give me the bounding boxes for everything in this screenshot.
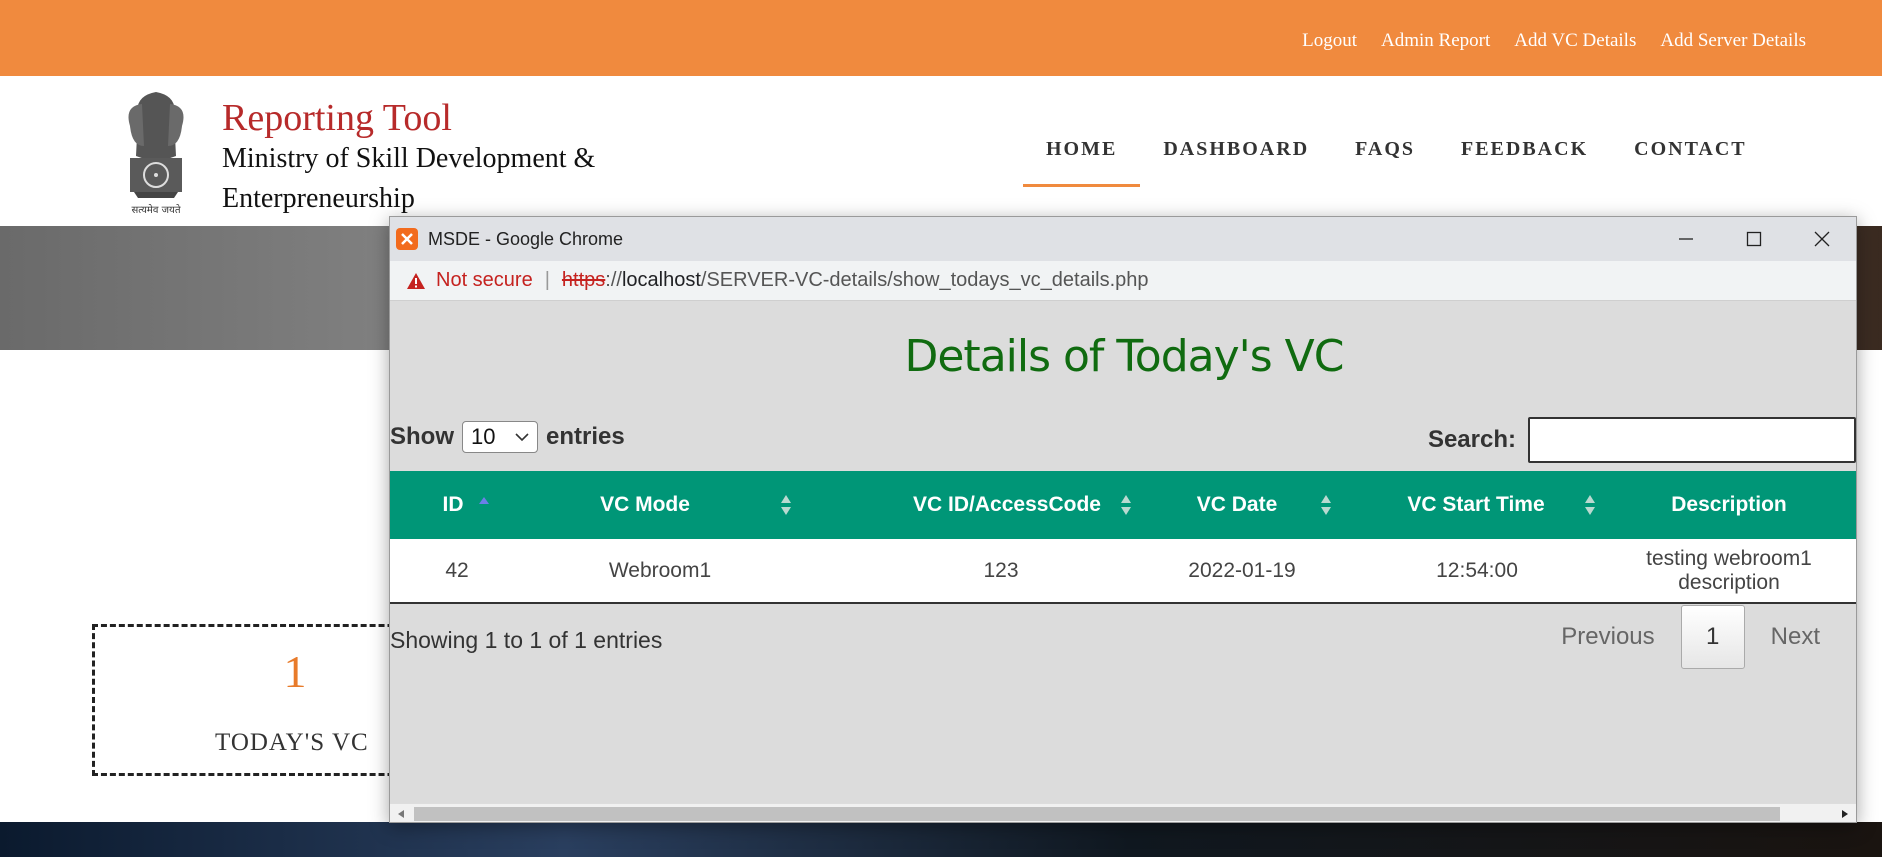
column-header-id[interactable]: ID xyxy=(390,471,560,539)
sort-icon xyxy=(1585,495,1595,515)
horizontal-scrollbar[interactable] xyxy=(390,803,1856,822)
column-label: VC ID/AccessCode xyxy=(913,493,1101,516)
column-label: VC Mode xyxy=(600,493,690,516)
column-label: VC Start Time xyxy=(1407,493,1545,516)
bottom-banner xyxy=(0,822,1882,857)
url-path: /SERVER-VC-details/show_todays_vc_detail… xyxy=(700,269,1149,291)
warning-icon xyxy=(407,272,425,289)
sort-icon xyxy=(781,495,791,515)
scroll-left-icon[interactable] xyxy=(396,809,406,819)
search-input[interactable] xyxy=(1528,417,1856,463)
scrollbar-thumb[interactable] xyxy=(414,807,1780,821)
nav-feedback[interactable]: FEEDBACK xyxy=(1461,138,1588,161)
window-title: MSDE - Google Chrome xyxy=(428,228,624,249)
not-secure-label[interactable]: Not secure xyxy=(436,269,533,292)
close-button[interactable] xyxy=(1788,217,1856,261)
cell-vc-mode: Webroom1 xyxy=(560,539,880,604)
pagination: Previous 1 Next xyxy=(1535,605,1846,669)
address-separator: | xyxy=(544,269,550,291)
top-bar: Logout Admin Report Add VC Details Add S… xyxy=(0,0,1882,76)
entries-length-control: Show 10 entries xyxy=(390,421,625,453)
emblem-caption: सत्यमेव जयते xyxy=(131,204,180,216)
table-info: Showing 1 to 1 of 1 entries xyxy=(390,627,663,653)
table-row[interactable]: 42 Webroom1 123 2022-01-19 12:54:00 test… xyxy=(390,539,1856,604)
previous-page-button[interactable]: Previous xyxy=(1535,623,1680,651)
entries-select-value: 10 xyxy=(471,424,496,449)
search-control: Search: xyxy=(1428,417,1856,463)
vc-details-table: ID VC Mode VC ID/AccessCode VC Date VC S… xyxy=(390,471,1856,604)
national-emblem-logo: सत्यमेव जयते xyxy=(128,92,184,216)
cell-vc-id: 123 xyxy=(880,539,1142,604)
column-header-description[interactable]: Description xyxy=(1600,471,1856,539)
subtitle-line-2: Enterpreneurship xyxy=(222,183,415,214)
top-links: Logout Admin Report Add VC Details Add S… xyxy=(1302,30,1806,52)
browser-popup-window: MSDE - Google Chrome Not secure | https:… xyxy=(389,216,1857,823)
column-header-vc-id[interactable]: VC ID/AccessCode xyxy=(880,471,1142,539)
site-subtitle: Ministry of Skill Development & Enterpre… xyxy=(222,139,682,219)
nav-dashboard[interactable]: DASHBOARD xyxy=(1163,138,1309,161)
vc-card-label: TODAY'S VC xyxy=(215,729,369,756)
admin-report-link[interactable]: Admin Report xyxy=(1381,30,1490,52)
column-label: VC Date xyxy=(1196,493,1278,516)
column-label: ID xyxy=(442,493,464,516)
sort-icon xyxy=(1321,495,1331,515)
add-vc-details-link[interactable]: Add VC Details xyxy=(1514,30,1636,52)
next-page-button[interactable]: Next xyxy=(1745,623,1846,651)
nav-home[interactable]: HOME xyxy=(1023,138,1141,187)
close-icon xyxy=(1814,231,1830,247)
column-header-vc-mode[interactable]: VC Mode xyxy=(560,471,880,539)
minimize-button[interactable] xyxy=(1652,217,1720,261)
nav-contact[interactable]: CONTACT xyxy=(1634,138,1747,161)
scroll-right-icon[interactable] xyxy=(1840,809,1850,819)
url-host: localhost xyxy=(621,269,701,291)
cell-description: testing webroom1 description xyxy=(1600,539,1856,604)
url-text[interactable]: https://localhost/SERVER-VC-details/show… xyxy=(562,269,1149,292)
logout-link[interactable]: Logout xyxy=(1302,30,1357,52)
page-title: Details of Today's VC xyxy=(904,331,1344,382)
show-label: Show xyxy=(390,423,454,450)
cell-vc-date: 2022-01-19 xyxy=(1142,539,1342,604)
main-nav: HOME DASHBOARD FAQS FEEDBACK CONTACT xyxy=(1023,138,1793,187)
entries-select[interactable]: 10 xyxy=(462,421,538,453)
xampp-app-icon xyxy=(396,228,418,250)
page-content: Details of Today's VC Show 10 entries Se… xyxy=(390,301,1856,803)
column-header-vc-start-time[interactable]: VC Start Time xyxy=(1342,471,1600,539)
table-header-row: ID VC Mode VC ID/AccessCode VC Date VC S… xyxy=(390,471,1856,539)
search-label: Search: xyxy=(1427,426,1516,453)
column-header-vc-date[interactable]: VC Date xyxy=(1142,471,1342,539)
maximize-icon xyxy=(1746,231,1762,247)
subtitle-line-1: Ministry of Skill Development & xyxy=(222,143,596,174)
column-label: Description xyxy=(1671,493,1787,516)
entries-label: entries xyxy=(546,423,625,450)
sort-icon xyxy=(1121,495,1131,515)
site-title: Reporting Tool xyxy=(222,97,452,139)
url-scheme-separator: :// xyxy=(605,269,622,291)
cell-id: 42 xyxy=(390,539,560,604)
address-bar[interactable]: Not secure | https://localhost/SERVER-VC… xyxy=(390,261,1856,301)
minimize-icon xyxy=(1679,238,1693,240)
url-scheme: https xyxy=(561,269,606,291)
window-titlebar[interactable]: MSDE - Google Chrome xyxy=(390,217,1856,261)
site-header: सत्यमेव जयते Reporting Tool Ministry of … xyxy=(0,76,1882,226)
current-page-button[interactable]: 1 xyxy=(1680,605,1745,669)
cell-vc-start-time: 12:54:00 xyxy=(1342,539,1600,604)
chevron-down-icon xyxy=(515,433,529,442)
add-server-details-link[interactable]: Add Server Details xyxy=(1660,30,1806,52)
maximize-button[interactable] xyxy=(1720,217,1788,261)
sort-asc-icon xyxy=(479,497,489,504)
nav-faqs[interactable]: FAQS xyxy=(1355,138,1415,161)
